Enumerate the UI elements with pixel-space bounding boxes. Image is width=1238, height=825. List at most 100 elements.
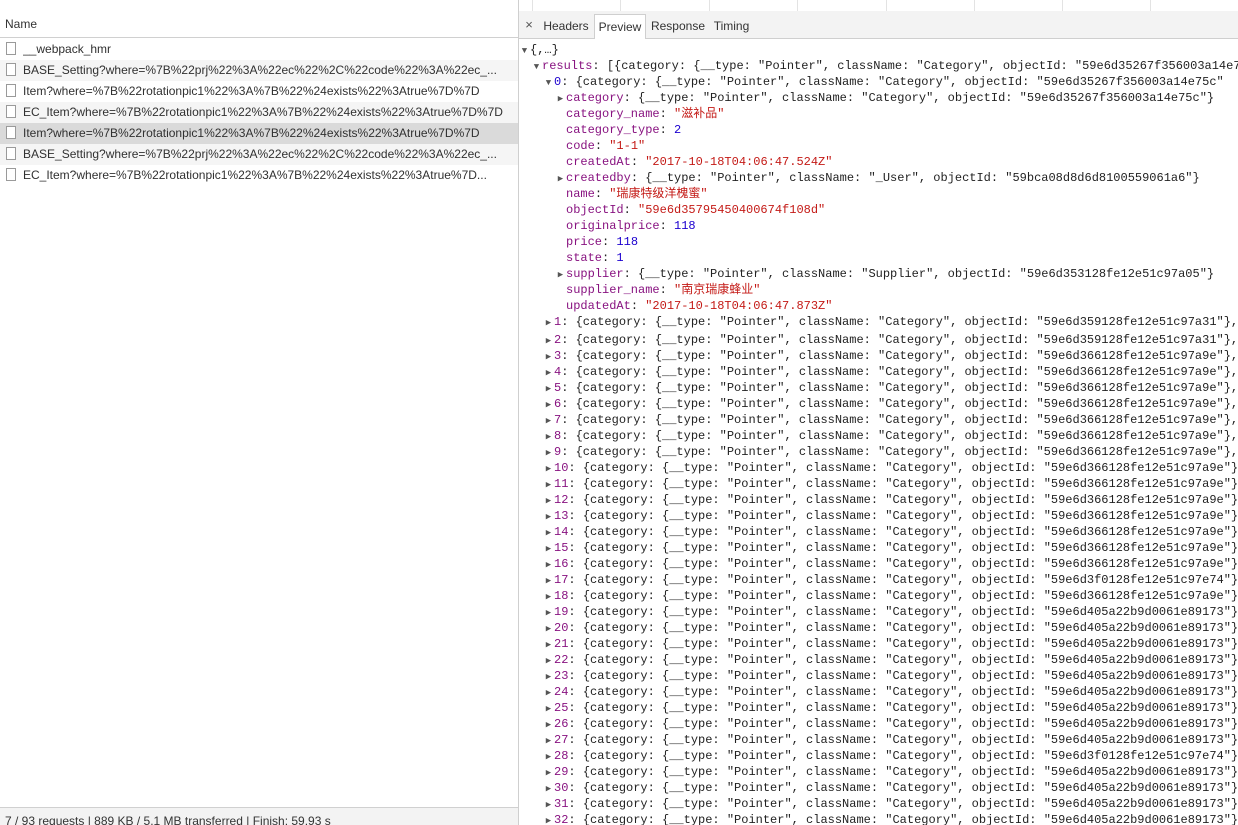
json-item-collapsed[interactable]: ▶ 32: {category: {__type: "Pointer", clas… [543, 812, 1238, 825]
collapsed-triangle-icon[interactable]: ▶ [543, 349, 554, 365]
json-field[interactable]: ▶ supplier: {__type: "Pointer", className… [555, 266, 1238, 282]
collapsed-triangle-icon[interactable]: ▶ [543, 605, 554, 621]
tab-timing[interactable]: Timing [710, 14, 753, 38]
request-row[interactable]: Item?where=%7B%22rotationpic1%22%3A%7B%2… [0, 123, 518, 144]
request-row[interactable]: BASE_Setting?where=%7B%22prj%22%3A%22ec%… [0, 144, 518, 165]
json-item-collapsed[interactable]: ▶ 21: {category: {__type: "Pointer", clas… [543, 636, 1238, 652]
collapsed-triangle-icon[interactable]: ▶ [543, 429, 554, 445]
collapsed-triangle-icon[interactable]: ▶ [555, 171, 566, 187]
collapsed-triangle-icon[interactable]: ▶ [543, 621, 554, 637]
expanded-triangle-icon[interactable]: ▼ [531, 59, 542, 75]
tab-response[interactable]: Response [647, 14, 709, 38]
collapsed-triangle-icon[interactable]: ▶ [543, 701, 554, 717]
tab-headers[interactable]: Headers [538, 14, 594, 38]
request-row[interactable]: Item?where=%7B%22rotationpic1%22%3A%7B%2… [0, 81, 518, 102]
collapsed-triangle-icon[interactable]: ▶ [543, 653, 554, 669]
json-item-collapsed[interactable]: ▶ 13: {category: {__type: "Pointer", clas… [543, 508, 1238, 524]
collapsed-triangle-icon[interactable]: ▶ [543, 637, 554, 653]
json-item-0[interactable]: ▼ 0: {category: {__type: "Pointer", class… [543, 74, 1238, 90]
json-item-collapsed[interactable]: ▶ 12: {category: {__type: "Pointer", clas… [543, 492, 1238, 508]
document-icon [6, 126, 16, 139]
json-field[interactable]: ▶ category: {__type: "Pointer", className… [555, 90, 1238, 106]
collapsed-triangle-icon[interactable]: ▶ [543, 477, 554, 493]
collapsed-triangle-icon[interactable]: ▶ [543, 797, 554, 813]
root-summary: {,…} [530, 43, 559, 57]
json-item-collapsed[interactable]: ▶ 15: {category: {__type: "Pointer", clas… [543, 540, 1238, 556]
json-results[interactable]: ▼ results: [{category: {__type: "Pointer"… [531, 58, 1238, 74]
json-item-collapsed[interactable]: ▶ 3: {category: {__type: "Pointer", class… [543, 348, 1238, 364]
request-row[interactable]: __webpack_hmr [0, 39, 518, 60]
item-index: 28 [554, 749, 569, 763]
collapsed-triangle-icon[interactable]: ▶ [543, 765, 554, 781]
json-item-collapsed[interactable]: ▶ 4: {category: {__type: "Pointer", class… [543, 364, 1238, 380]
collapsed-triangle-icon[interactable]: ▶ [543, 333, 554, 349]
json-item-collapsed[interactable]: ▶ 20: {category: {__type: "Pointer", clas… [543, 620, 1238, 636]
item-summary: {category: {__type: "Pointer", className… [582, 525, 1238, 539]
json-root[interactable]: ▼ {,…} [519, 42, 1238, 58]
json-item-collapsed[interactable]: ▶ 18: {category: {__type: "Pointer", clas… [543, 588, 1238, 604]
close-icon[interactable]: × [522, 11, 536, 38]
json-item-collapsed[interactable]: ▶ 27: {category: {__type: "Pointer", clas… [543, 732, 1238, 748]
collapsed-triangle-icon[interactable]: ▶ [543, 397, 554, 413]
collapsed-triangle-icon[interactable]: ▶ [543, 365, 554, 381]
json-item-collapsed[interactable]: ▶ 8: {category: {__type: "Pointer", class… [543, 428, 1238, 444]
json-item-collapsed[interactable]: ▶ 28: {category: {__type: "Pointer", clas… [543, 748, 1238, 764]
item-index: 25 [554, 701, 569, 715]
json-item-collapsed[interactable]: ▶ 2: {category: {__type: "Pointer", class… [543, 332, 1238, 348]
json-item-collapsed[interactable]: ▶ 10: {category: {__type: "Pointer", clas… [543, 460, 1238, 476]
json-item-collapsed[interactable]: ▶ 23: {category: {__type: "Pointer", clas… [543, 668, 1238, 684]
json-item-collapsed[interactable]: ▶ 1: {category: {__type: "Pointer", class… [543, 314, 1238, 330]
json-item-collapsed[interactable]: ▶ 14: {category: {__type: "Pointer", clas… [543, 524, 1238, 540]
json-item-collapsed[interactable]: ▶ 22: {category: {__type: "Pointer", clas… [543, 652, 1238, 668]
collapsed-triangle-icon[interactable]: ▶ [543, 685, 554, 701]
collapsed-triangle-icon[interactable]: ▶ [555, 267, 566, 283]
collapsed-triangle-icon[interactable]: ▶ [543, 493, 554, 509]
collapsed-triangle-icon[interactable]: ▶ [543, 781, 554, 797]
request-row[interactable]: EC_Item?where=%7B%22rotationpic1%22%3A%7… [0, 102, 518, 123]
json-item-collapsed[interactable]: ▶ 25: {category: {__type: "Pointer", clas… [543, 700, 1238, 716]
json-field: name: "瑞康特级洋槐蜜" [555, 186, 1238, 202]
json-item-collapsed[interactable]: ▶ 17: {category: {__type: "Pointer", clas… [543, 572, 1238, 588]
json-item-collapsed[interactable]: ▶ 11: {category: {__type: "Pointer", clas… [543, 476, 1238, 492]
collapsed-triangle-icon[interactable]: ▶ [543, 573, 554, 589]
expanded-triangle-icon[interactable]: ▼ [519, 43, 530, 59]
collapsed-triangle-icon[interactable]: ▶ [543, 669, 554, 685]
request-row[interactable]: BASE_Setting?where=%7B%22prj%22%3A%22ec%… [0, 60, 518, 81]
collapsed-triangle-icon[interactable]: ▶ [543, 413, 554, 429]
collapsed-triangle-icon[interactable]: ▶ [555, 91, 566, 107]
json-item-collapsed[interactable]: ▶ 26: {category: {__type: "Pointer", clas… [543, 716, 1238, 732]
request-row[interactable]: EC_Item?where=%7B%22rotationpic1%22%3A%7… [0, 165, 518, 186]
json-item-collapsed[interactable]: ▶ 19: {category: {__type: "Pointer", clas… [543, 604, 1238, 620]
expanded-triangle-icon[interactable]: ▼ [543, 75, 554, 91]
collapsed-triangle-icon[interactable]: ▶ [543, 733, 554, 749]
colon: : [568, 605, 583, 619]
item-index: 12 [554, 493, 569, 507]
json-item-collapsed[interactable]: ▶ 24: {category: {__type: "Pointer", clas… [543, 684, 1238, 700]
json-item-collapsed[interactable]: ▶ 6: {category: {__type: "Pointer", class… [543, 396, 1238, 412]
json-field[interactable]: ▶ createdby: {__type: "Pointer", classNam… [555, 170, 1238, 186]
collapsed-triangle-icon[interactable]: ▶ [543, 557, 554, 573]
name-column-header[interactable]: Name [0, 11, 518, 38]
json-item-collapsed[interactable]: ▶ 31: {category: {__type: "Pointer", clas… [543, 796, 1238, 812]
document-icon [6, 147, 16, 160]
collapsed-triangle-icon[interactable]: ▶ [543, 445, 554, 461]
tab-preview[interactable]: Preview [594, 14, 646, 39]
collapsed-triangle-icon[interactable]: ▶ [543, 813, 554, 825]
json-item-collapsed[interactable]: ▶ 5: {category: {__type: "Pointer", class… [543, 380, 1238, 396]
colon: : [659, 123, 675, 137]
collapsed-triangle-icon[interactable]: ▶ [543, 541, 554, 557]
colon: : [630, 155, 646, 169]
collapsed-triangle-icon[interactable]: ▶ [543, 315, 554, 331]
json-item-collapsed[interactable]: ▶ 16: {category: {__type: "Pointer", clas… [543, 556, 1238, 572]
collapsed-triangle-icon[interactable]: ▶ [543, 525, 554, 541]
json-item-collapsed[interactable]: ▶ 9: {category: {__type: "Pointer", class… [543, 444, 1238, 460]
collapsed-triangle-icon[interactable]: ▶ [543, 749, 554, 765]
json-item-collapsed[interactable]: ▶ 29: {category: {__type: "Pointer", clas… [543, 764, 1238, 780]
collapsed-triangle-icon[interactable]: ▶ [543, 589, 554, 605]
collapsed-triangle-icon[interactable]: ▶ [543, 461, 554, 477]
collapsed-triangle-icon[interactable]: ▶ [543, 509, 554, 525]
collapsed-triangle-icon[interactable]: ▶ [543, 381, 554, 397]
json-item-collapsed[interactable]: ▶ 7: {category: {__type: "Pointer", class… [543, 412, 1238, 428]
json-item-collapsed[interactable]: ▶ 30: {category: {__type: "Pointer", clas… [543, 780, 1238, 796]
collapsed-triangle-icon[interactable]: ▶ [543, 717, 554, 733]
